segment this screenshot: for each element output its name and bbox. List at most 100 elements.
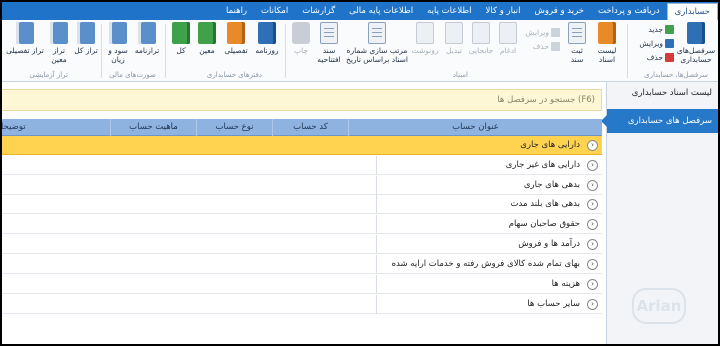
trial-general-button[interactable]: تراز کل (74, 22, 98, 55)
tab-help[interactable]: راهنما (219, 2, 254, 20)
delete-button[interactable]: حذف (647, 53, 674, 62)
account-title: دارایی های غیر جاری (505, 160, 580, 170)
table-row[interactable]: ‹ دارایی های غیر جاری (2, 156, 602, 175)
expand-icon[interactable]: ‹ (587, 259, 598, 270)
account-title: هزینه ها (551, 279, 580, 289)
books-icon (687, 22, 705, 44)
account-title: بدهی های جاری (523, 180, 580, 190)
specific-ledger-button[interactable]: معین (194, 22, 220, 55)
column-type[interactable]: نوع حساب (196, 119, 272, 136)
voucher-delete-button[interactable]: حذف (533, 42, 560, 51)
ribbon: سرفصل‌های حسابداری جدید ویرایش حذف سرفصل… (2, 20, 718, 82)
delete-icon (665, 53, 674, 62)
table-row[interactable]: ‹ سایر حساب ها (2, 295, 602, 314)
move-button[interactable]: جابجایی (468, 22, 494, 55)
account-title: درآمد ها و فروش (518, 239, 580, 249)
add-icon (665, 25, 674, 34)
trial-specific-button[interactable]: تراز معین (46, 22, 72, 64)
edit-icon (665, 39, 674, 48)
tab-base-info[interactable]: اطلاعات پایه (420, 2, 478, 20)
notebook-icon (50, 22, 68, 44)
separator (101, 24, 102, 78)
nav-voucher-list[interactable]: لیست اسناد حسابداری (607, 82, 718, 104)
expand-icon[interactable]: ‹ (587, 199, 598, 210)
table-row[interactable]: ‹ درآمد ها و فروش (2, 235, 602, 254)
expand-icon[interactable]: ‹ (587, 279, 598, 290)
new-voucher-button[interactable]: ثبت سند (564, 22, 590, 64)
copy-button[interactable]: رونوشت (410, 22, 440, 55)
group-label-books: دفترهای حسابداری (206, 71, 262, 79)
list-icon (598, 22, 616, 44)
sort-icon (368, 22, 386, 44)
column-code[interactable]: کد حساب (272, 119, 348, 136)
table-row[interactable]: ‹ بدهی های جاری (2, 176, 602, 195)
printer-icon (292, 22, 310, 44)
expand-icon[interactable]: ‹ (587, 239, 598, 250)
grid-header: عنوان حساب کد حساب نوع حساب ماهیت حساب ت… (2, 119, 602, 136)
book-icon (258, 22, 276, 44)
tab-financial-base[interactable]: اطلاعات پایه مالی (342, 2, 420, 20)
column-description[interactable]: توضیحات (2, 119, 110, 136)
expand-icon[interactable]: ‹ (587, 140, 598, 151)
account-title: سایر حساب ها (527, 299, 580, 309)
account-title: حقوق صاحبان سهام (508, 219, 580, 229)
balance-sheet-button[interactable]: ترازنامه (132, 22, 162, 55)
account-title: دارایی های جاری (520, 140, 580, 150)
expand-icon[interactable]: ‹ (587, 180, 598, 191)
separator (165, 24, 166, 78)
column-nature[interactable]: ماهیت حساب (110, 119, 196, 136)
table-row[interactable]: ‹ حقوق صاحبان سهام (2, 215, 602, 234)
tab-receive-pay[interactable]: دریافت و پرداخت (591, 2, 667, 20)
detailed-ledger-button[interactable]: تفصیلی (222, 22, 250, 55)
group-label-financial: صورت‌های مالی (109, 71, 156, 79)
accounts-button[interactable]: سرفصل‌های حسابداری (677, 22, 715, 64)
convert-icon (445, 22, 463, 44)
voucher-edit-button[interactable]: ویرایش (525, 28, 560, 37)
nav-accounts[interactable]: سرفصل های حسابداری (607, 109, 718, 133)
notebook-icon (77, 22, 95, 44)
column-title[interactable]: عنوان حساب (348, 119, 602, 136)
notebook-icon (16, 22, 34, 44)
tab-accounting[interactable]: حسابداری (666, 3, 718, 20)
merge-button[interactable]: ادغام (496, 22, 520, 55)
arian-logo: Arian (632, 288, 686, 324)
document-icon (320, 22, 338, 44)
table-row[interactable]: ‹ بهای تمام شده کالای فروش رفته و خدمات … (2, 255, 602, 274)
tab-buy-sell[interactable]: خرید و فروش (528, 2, 592, 20)
sort-vouchers-button[interactable]: مرتب سازی شماره اسناد براساس تاریخ (346, 22, 408, 64)
expand-icon[interactable]: ‹ (587, 160, 598, 171)
app-window: حسابداری دریافت و پرداخت خرید و فروش انب… (2, 2, 718, 344)
convert-button[interactable]: تبدیل (442, 22, 466, 55)
opening-voucher-button[interactable]: سند افتتاحیه (314, 22, 344, 64)
voucher-list-button[interactable]: لیست اسناد (592, 22, 622, 64)
move-icon (472, 22, 490, 44)
account-title: بدهی های بلند مدت (510, 199, 580, 209)
separator (627, 24, 628, 78)
table-row[interactable]: ‹ دارایی های جاری (2, 136, 602, 155)
navigation-panel: لیست اسناد حسابداری سرفصل های حسابداری A… (601, 82, 718, 344)
separator (285, 24, 286, 78)
edit-button[interactable]: ویرایش (639, 39, 674, 48)
tab-reports[interactable]: گزارشات (295, 2, 342, 20)
copy-icon (416, 22, 434, 44)
notebook-icon (109, 22, 127, 44)
edit-icon (551, 28, 560, 37)
new-button[interactable]: جدید (648, 25, 674, 34)
search-input[interactable]: (F6) جستجو در سرفصل ها (2, 89, 602, 111)
trial-detailed-button[interactable]: تراز تفصیلی (6, 22, 44, 55)
general-ledger-button[interactable]: کل (170, 22, 192, 55)
group-label-vouchers: اسناد (452, 71, 468, 79)
expand-icon[interactable]: ‹ (587, 219, 598, 230)
book-icon (198, 22, 216, 44)
print-button[interactable]: چاپ (290, 22, 312, 55)
tab-features[interactable]: امکانات (254, 2, 295, 20)
merge-icon (499, 22, 517, 44)
document-icon (568, 22, 586, 44)
table-row[interactable]: ‹ بدهی های بلند مدت (2, 195, 602, 214)
expand-icon[interactable]: ‹ (587, 299, 598, 310)
group-label-trial: تراز آزمایشی (29, 71, 68, 79)
table-row[interactable]: ‹ هزینه ها (2, 275, 602, 294)
tab-inventory[interactable]: انبار و کالا (479, 2, 528, 20)
profit-loss-button[interactable]: سود و زیان (106, 22, 130, 64)
journal-button[interactable]: روزنامه (252, 22, 282, 55)
